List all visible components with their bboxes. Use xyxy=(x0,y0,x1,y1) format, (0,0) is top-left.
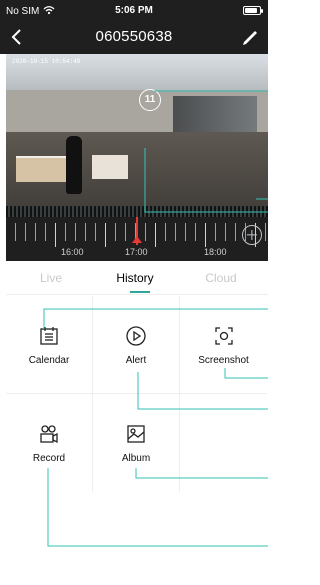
screenshot-icon xyxy=(212,324,236,348)
history-actions-grid: Calendar Alert Screenshot Record Album xyxy=(6,296,268,492)
tab-active-indicator xyxy=(130,291,150,293)
empty-grid-cell xyxy=(180,394,267,492)
device-title: 060550638 xyxy=(95,28,173,45)
screenshot-label: Screenshot xyxy=(198,355,249,366)
timeline-label-17: 17:00 xyxy=(125,247,148,257)
edit-button[interactable] xyxy=(239,27,259,47)
calendar-label: Calendar xyxy=(28,355,70,366)
battery-icon xyxy=(243,6,263,15)
video-timestamp: 2020-10-15 10:54:48 xyxy=(12,58,81,65)
recording-strip xyxy=(6,206,268,217)
alert-label: Alert xyxy=(125,355,147,366)
timeline-playhead[interactable] xyxy=(132,217,142,245)
record-button[interactable]: Record xyxy=(6,394,93,492)
video-person xyxy=(66,136,82,194)
record-label: Record xyxy=(32,453,66,464)
photo-album-icon xyxy=(124,422,148,446)
playback-timeline[interactable]: 16:00 17:00 18:00 xyxy=(6,217,268,261)
play-circle-icon xyxy=(124,324,148,348)
album-label: Album xyxy=(121,453,151,464)
tab-history[interactable]: History xyxy=(98,271,172,285)
screenshot-button[interactable]: Screenshot xyxy=(180,296,267,394)
album-button[interactable]: Album xyxy=(93,394,180,492)
status-time: 5:06 PM xyxy=(115,5,153,16)
pen-icon xyxy=(243,31,257,45)
view-tabs: Live History Cloud xyxy=(6,265,268,295)
app-screen: No SIM 5:06 PM 060550638 2020-10-15 10:5… xyxy=(0,0,268,585)
video-side-desk xyxy=(92,155,128,179)
navigation-bar: 060550638 xyxy=(0,20,268,54)
tab-live[interactable]: Live xyxy=(14,271,88,285)
calendar-button[interactable]: Calendar xyxy=(6,296,93,394)
calendar-icon xyxy=(37,324,61,348)
camera-video-view[interactable]: 2020-10-15 10:54:48 11 xyxy=(6,54,268,217)
zoom-in-icon[interactable] xyxy=(242,225,262,245)
status-bar: No SIM 5:06 PM xyxy=(0,0,268,20)
alert-button[interactable]: Alert xyxy=(93,296,180,394)
top-bar: No SIM 5:06 PM 060550638 xyxy=(0,0,268,54)
timeline-label-18: 18:00 xyxy=(204,247,227,257)
timeline-label-16: 16:00 xyxy=(61,247,84,257)
video-record-icon xyxy=(37,422,61,446)
video-marker-label: 11 xyxy=(139,89,161,111)
tab-cloud[interactable]: Cloud xyxy=(184,271,258,285)
